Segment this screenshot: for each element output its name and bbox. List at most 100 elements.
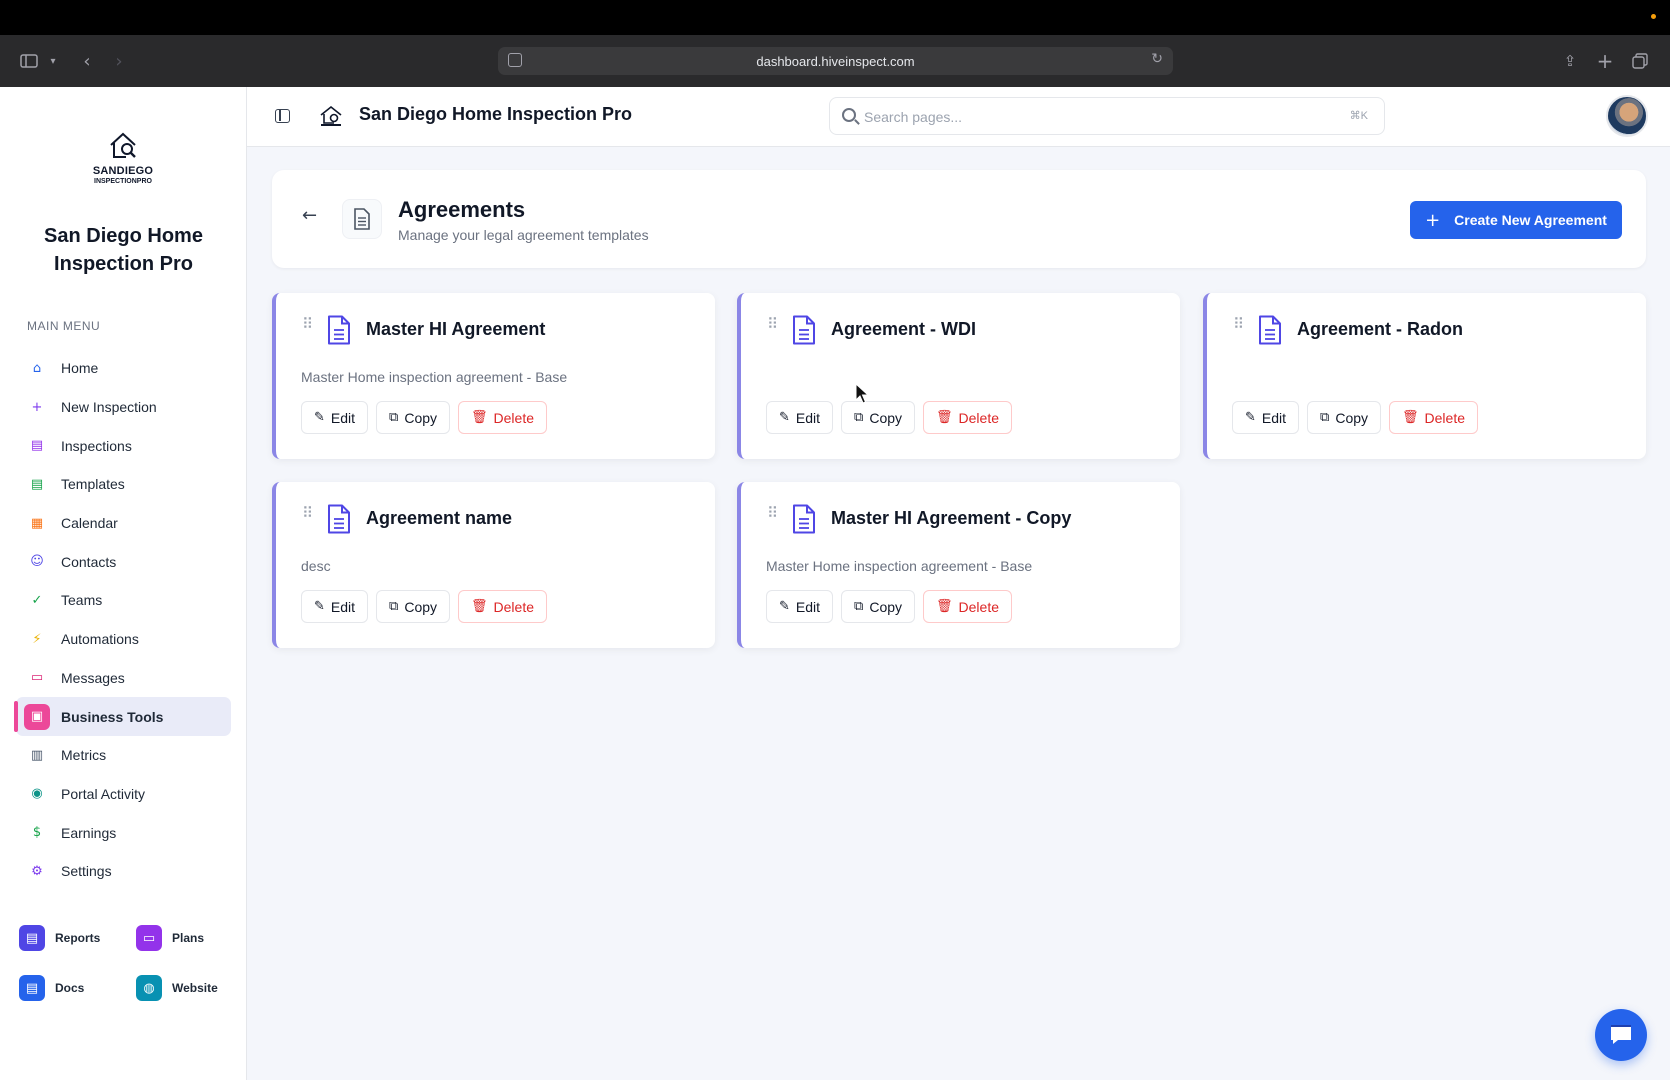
edit-icon: ✎ [314,599,325,614]
quick-link-label: Plans [172,931,205,945]
sidebar-item-label: Earnings [61,824,117,841]
delete-button[interactable]: 🗑 Delete [458,590,547,623]
header-logo-icon [320,105,342,126]
edit-button[interactable]: ✎ Edit [766,401,834,434]
eye-icon: ◉ [31,786,43,802]
agreement-card[interactable]: ⠿ Agreement - WDI ✎ Edit ⧉ Copy 🗑 Delete [737,293,1180,459]
sidebar-toggle-icon[interactable] [18,35,40,87]
copy-label: Copy [869,409,903,426]
search-input[interactable] [864,106,1304,128]
reload-icon[interactable]: ↻ [1151,51,1163,67]
sidebar-item-templates[interactable]: ▤ Templates [16,465,231,504]
calendar-icon: ▦ [30,515,44,531]
chat-support-button[interactable] [1595,1009,1647,1061]
drag-handle-icon[interactable]: ⠿ [1233,315,1244,333]
new-tab-icon[interactable]: + [1595,35,1615,87]
delete-button[interactable]: 🗑 Delete [458,401,547,434]
quick-link-reports[interactable]: ▤ Reports [19,923,100,953]
delete-button[interactable]: 🗑 Delete [923,590,1012,623]
agreement-title: Master HI Agreement [366,319,546,339]
document-icon [1259,315,1281,345]
sidebar-item-settings[interactable]: ⚙ Settings [16,852,231,891]
sidebar-item-messages[interactable]: ▭ Messages [16,659,231,698]
sidebar-item-earnings[interactable]: $ Earnings [16,813,231,852]
sidebar-item-portal-activity[interactable]: ◉ Portal Activity [16,775,231,814]
quick-link-docs[interactable]: ▤ Docs [19,973,84,1003]
copy-button[interactable]: ⧉ Copy [376,401,451,434]
edit-label: Edit [795,409,821,426]
agreement-actions: ✎ Edit ⧉ Copy 🗑 Delete [766,401,1012,434]
agreement-card[interactable]: ⠿ Agreement - Radon ✎ Edit ⧉ Copy 🗑 Delete [1203,293,1646,459]
sidebar-item-home[interactable]: ⌂ Home [16,349,231,388]
edit-icon: ✎ [314,410,325,425]
forward-arrow-icon[interactable]: › [110,35,128,87]
agreement-card[interactable]: ⠿ Agreement name desc ✎ Edit ⧉ Copy 🗑 Delet… [272,482,715,648]
doc-icon: ▤ [19,975,45,1001]
user-avatar[interactable] [1606,95,1648,137]
search-shortcut: ⌘K [1349,110,1368,122]
sidebar-item-business-tools[interactable]: ▣ Business Tools [14,697,231,736]
quick-link-website[interactable]: ◍ Website [136,973,218,1003]
drag-handle-icon[interactable]: ⠿ [767,315,778,333]
search-box[interactable]: ⌘K [829,97,1385,135]
create-agreement-button[interactable]: + Create New Agreement [1410,201,1622,239]
trash-icon: 🗑 [471,599,488,614]
sidebar-item-inspections[interactable]: ▤ Inspections [16,426,231,465]
sidebar-item-contacts[interactable]: ☺ Contacts [16,542,231,581]
delete-button[interactable]: 🗑 Delete [1389,401,1478,434]
agreement-title: Master HI Agreement - Copy [831,508,1072,528]
tab-overview-icon[interactable] [1630,35,1650,87]
back-arrow-icon[interactable]: ‹ [78,35,96,87]
sidebar-collapse-icon[interactable] [275,109,290,123]
edit-label: Edit [795,598,821,615]
lightning-icon: ⚡ [32,631,42,647]
delete-label: Delete [493,598,534,615]
edit-button[interactable]: ✎ Edit [301,590,369,623]
mouse-cursor-icon [855,383,869,404]
edit-button[interactable]: ✎ Edit [301,401,369,434]
chevron-down-icon[interactable]: ▾ [46,35,60,87]
sidebar-item-label: Messages [61,669,125,686]
share-icon[interactable]: ⇪ [1560,35,1580,87]
sidebar-item-teams[interactable]: ✓ Teams [16,581,231,620]
edit-button[interactable]: ✎ Edit [1232,401,1300,434]
trash-icon: 🗑 [1402,410,1419,425]
copy-button[interactable]: ⧉ Copy [841,590,916,623]
document-icon [328,315,350,345]
quick-link-plans[interactable]: ▭ Plans [136,923,204,953]
drag-handle-icon[interactable]: ⠿ [767,504,778,522]
edit-icon: ✎ [779,599,790,614]
page-settings-icon[interactable] [508,53,522,67]
sidebar-item-metrics[interactable]: ▥ Metrics [16,736,231,775]
delete-button[interactable]: 🗑 Delete [923,401,1012,434]
address-bar[interactable]: dashboard.hiveinspect.com ↻ [498,47,1173,75]
sidebar-item-calendar[interactable]: ▦ Calendar [16,504,231,543]
agreement-actions: ✎ Edit ⧉ Copy 🗑 Delete [1232,401,1478,434]
sidebar-item-label: Business Tools [61,708,164,725]
drag-handle-icon[interactable]: ⠿ [302,504,313,522]
sidebar-item-label: Automations [61,631,139,648]
copy-button[interactable]: ⧉ Copy [841,401,916,434]
back-arrow-icon[interactable]: ← [302,205,317,226]
document-icon [342,199,382,239]
sidebar-item-label: Settings [61,863,112,880]
sidebar-item-label: Calendar [61,515,118,532]
sidebar-item-automations[interactable]: ⚡ Automations [16,620,231,659]
drag-handle-icon[interactable]: ⠿ [302,315,313,333]
sidebar-item-label: Contacts [61,553,117,570]
sidebar-item-label: Templates [61,476,125,493]
copy-button[interactable]: ⧉ Copy [376,590,451,623]
agreement-card[interactable]: ⠿ Master HI Agreement - Copy Master Home… [737,482,1180,648]
edit-button[interactable]: ✎ Edit [766,590,834,623]
copy-label: Copy [404,409,438,426]
sidebar-item-new-inspection[interactable]: + New Inspection [16,388,231,427]
copy-button[interactable]: ⧉ Copy [1307,401,1382,434]
page-title: Agreements [398,197,526,222]
company-logo[interactable]: SANDIEGO INSPECTIONPRO [88,131,158,191]
main-menu: ⌂ Home + New Inspection ▤ Inspections ▤ Templat… [14,349,231,891]
copy-label: Copy [1335,409,1369,426]
agreement-card[interactable]: ⠿ Master HI Agreement Master Home inspec… [272,293,715,459]
agreement-description: Master Home inspection agreement - Base [766,558,1033,574]
edit-label: Edit [330,598,356,615]
document-icon [328,504,350,534]
